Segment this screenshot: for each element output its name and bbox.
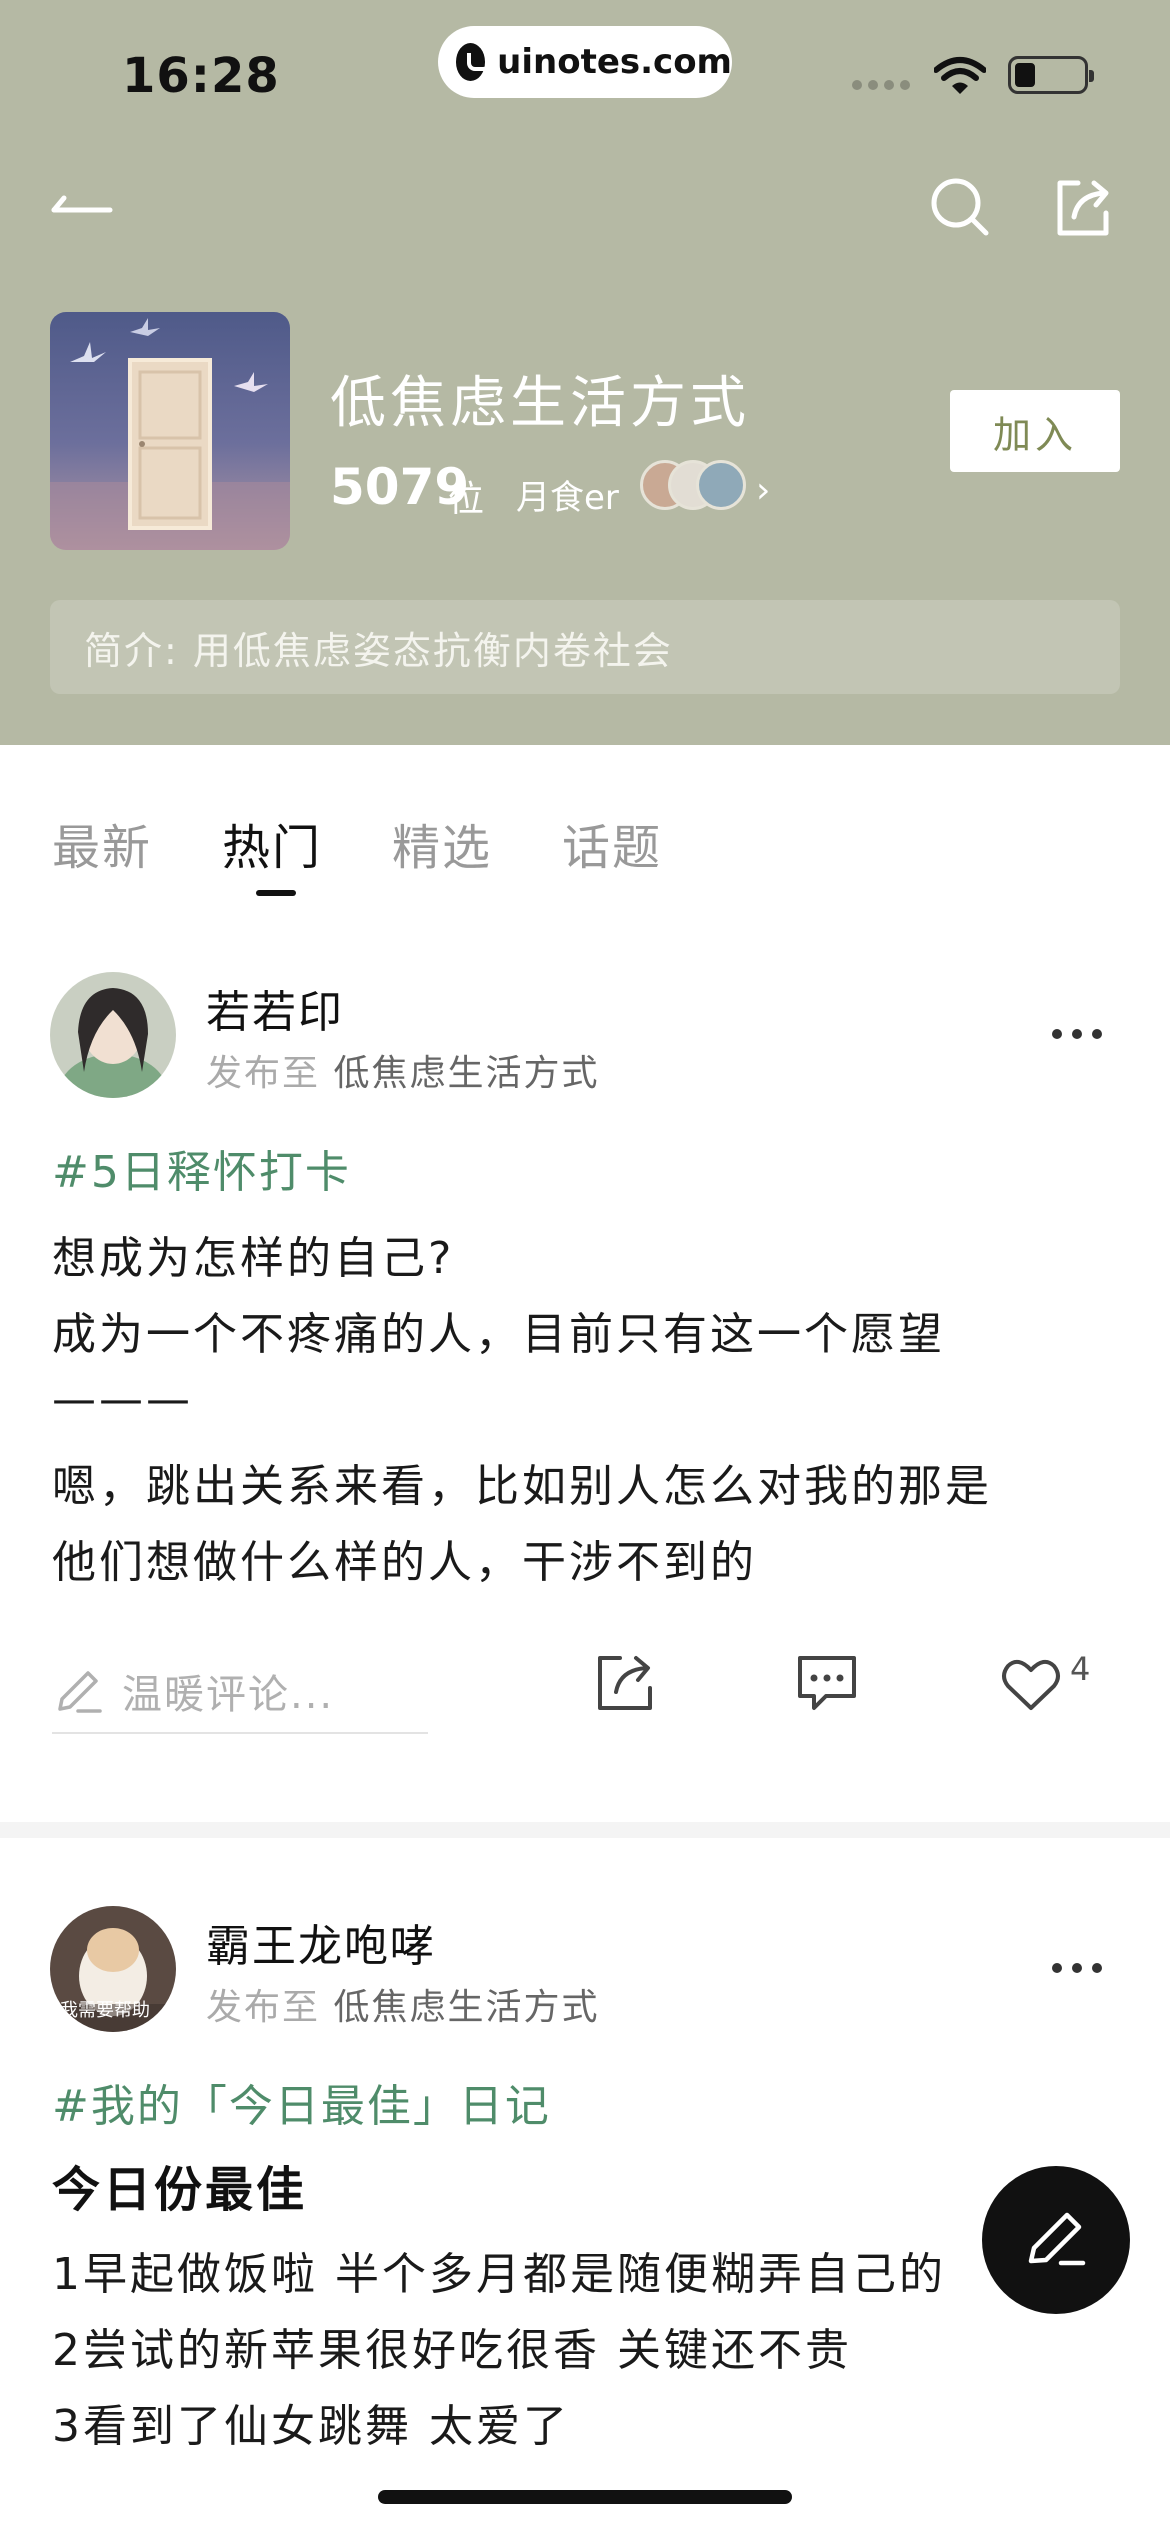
search-icon[interactable] bbox=[928, 175, 992, 239]
pencil-icon bbox=[1028, 2212, 1086, 2266]
url-pill[interactable]: uinotes.com bbox=[438, 26, 732, 98]
avatar[interactable]: 我需要帮助 bbox=[50, 1906, 176, 2032]
battery-icon bbox=[1008, 56, 1094, 94]
tab-latest[interactable]: 最新 bbox=[52, 808, 152, 878]
post-text-line: 1早起做饭啦 半个多月都是随便糊弄自己的 bbox=[52, 2249, 946, 2300]
post-text-line: 2尝试的新苹果很好吃很香 关键还不贵 bbox=[52, 2325, 852, 2376]
chevron-right-icon[interactable]: › bbox=[756, 470, 770, 511]
tab-hot[interactable]: 热门 bbox=[222, 808, 322, 896]
share-icon[interactable] bbox=[594, 1652, 656, 1714]
post-hashtag[interactable]: #5日释怀打卡 bbox=[52, 1136, 351, 1200]
status-time: 16:28 bbox=[122, 48, 280, 104]
back-arrow-icon[interactable] bbox=[50, 180, 114, 230]
wifi-icon bbox=[934, 57, 986, 94]
more-options-icon[interactable] bbox=[1052, 1958, 1112, 1978]
post-divider bbox=[0, 1822, 1170, 1838]
home-indicator[interactable] bbox=[378, 2490, 792, 2504]
group-cover-image bbox=[50, 312, 290, 550]
tab-featured[interactable]: 精选 bbox=[392, 808, 492, 878]
post-author[interactable]: 若若印 bbox=[206, 976, 344, 1040]
group-intro[interactable]: 简介: 用低焦虑姿态抗衡内卷社会 bbox=[50, 600, 1120, 694]
published-prefix: 发布至 bbox=[206, 1987, 321, 2028]
join-button[interactable]: 加入 bbox=[950, 390, 1120, 472]
group-name: 低焦虑生活方式 bbox=[330, 371, 750, 436]
member-unit: 位 bbox=[448, 479, 485, 520]
like-count: 4 bbox=[1070, 1650, 1091, 1688]
published-prefix: 发布至 bbox=[206, 1053, 321, 1094]
cellular-signal-icon bbox=[852, 80, 914, 90]
feed-tabs: 最新 热门 精选 话题 bbox=[52, 808, 732, 896]
avatar-caption: 我需要帮助 bbox=[60, 2000, 150, 2021]
pencil-icon bbox=[58, 1671, 102, 1713]
tab-topics[interactable]: 话题 bbox=[562, 808, 662, 878]
post-text-line: 想成为怎样的自己? bbox=[52, 1233, 455, 1284]
like-heart-icon[interactable] bbox=[1000, 1654, 1062, 1716]
comment-input[interactable]: 温暖评论... bbox=[52, 1650, 428, 1734]
post-published-to: 发布至 低焦虑生活方式 bbox=[206, 1044, 599, 1096]
post-text-line: 成为一个不疼痛的人，目前只有这一个愿望 bbox=[52, 1309, 945, 1360]
post-author[interactable]: 霸王龙咆哮 bbox=[206, 1910, 436, 1974]
share-icon[interactable] bbox=[1050, 175, 1114, 239]
avatar[interactable] bbox=[50, 972, 176, 1098]
url-text: uinotes.com bbox=[497, 42, 732, 82]
member-alias[interactable]: 月食er bbox=[516, 470, 619, 519]
comment-placeholder: 温暖评论... bbox=[122, 1672, 335, 1718]
comment-icon[interactable] bbox=[796, 1652, 858, 1714]
post-published-to: 发布至 低焦虑生活方式 bbox=[206, 1978, 599, 2030]
published-group[interactable]: 低焦虑生活方式 bbox=[333, 1053, 599, 1094]
more-options-icon[interactable] bbox=[1052, 1024, 1112, 1044]
post-text-line: 嗯，跳出关系来看，比如别人怎么对我的那是 bbox=[52, 1461, 992, 1512]
avatar bbox=[696, 460, 746, 510]
site-logo-icon bbox=[456, 43, 492, 81]
post-text-line: 3看到了仙女跳舞 太爱了 bbox=[52, 2401, 570, 2452]
post-hashtag[interactable]: #我的「今日最佳」日记 bbox=[52, 2070, 551, 2134]
post-title: 今日份最佳 bbox=[52, 2162, 308, 2218]
published-group[interactable]: 低焦虑生活方式 bbox=[333, 1987, 599, 2028]
member-avatars[interactable] bbox=[640, 460, 760, 512]
post-text-line: 他们想做什么样的人，干涉不到的 bbox=[52, 1537, 757, 1588]
group-header: 16:28 uinotes.com 低焦虑生活方式 5079 位 月食er › … bbox=[0, 0, 1170, 745]
compose-button[interactable] bbox=[982, 2166, 1130, 2314]
post-text-line: ——— bbox=[52, 1374, 193, 1425]
